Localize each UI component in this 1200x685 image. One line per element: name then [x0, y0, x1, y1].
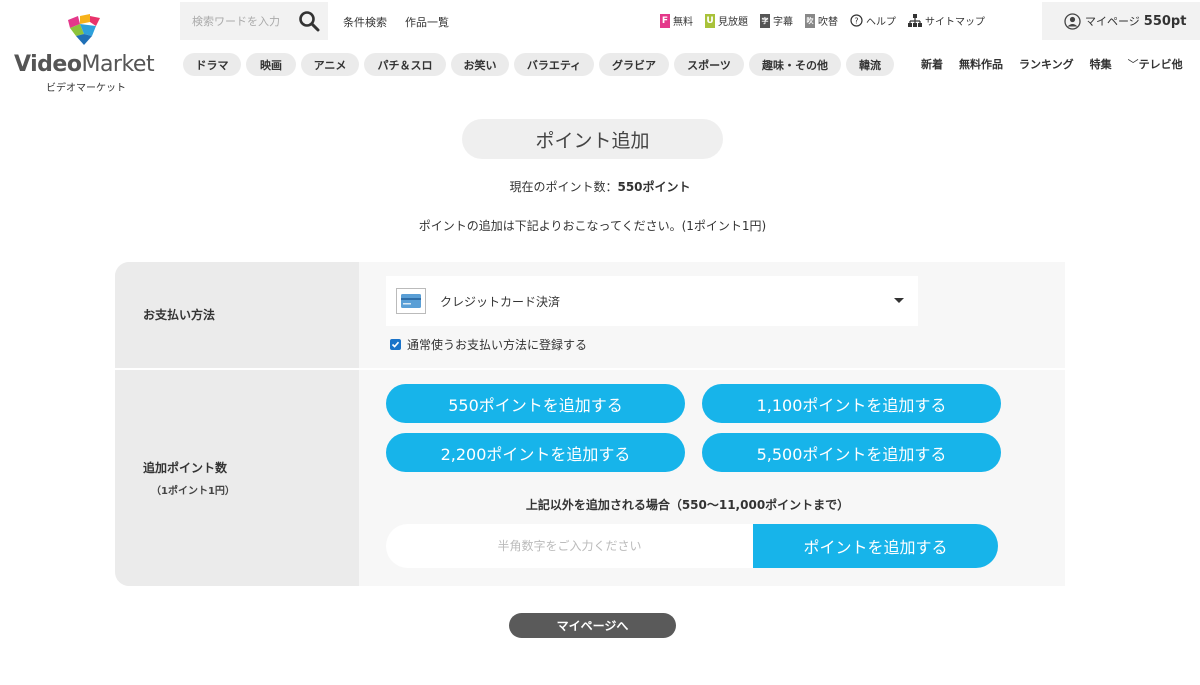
search-icon[interactable] [298, 10, 320, 32]
mypage-link[interactable]: マイページ 550pt [1042, 2, 1200, 40]
unlimited-label: 見放題 [718, 17, 748, 28]
go-mypage-button[interactable]: マイページへ [509, 613, 676, 638]
free-label: 無料 [673, 17, 693, 28]
checkbox-checked-icon[interactable] [390, 339, 401, 350]
genre-movie[interactable]: 映画 [246, 53, 296, 76]
add-1100-button[interactable]: 1,100ポイントを追加する [702, 384, 1001, 423]
add-points-label: 追加ポイント数 [143, 461, 228, 475]
search-input[interactable] [192, 14, 296, 28]
help-link[interactable]: ? ヘルプ [850, 13, 896, 28]
payment-method-select[interactable]: クレジットカード決済 [386, 276, 918, 326]
unlimited-badge-icon: U [705, 13, 715, 28]
nav-new[interactable]: 新着 [921, 56, 943, 72]
free-badge-icon: F [660, 13, 670, 28]
dubbed-badge-icon: 吹 [805, 13, 815, 28]
add-points-sublabel: （1ポイント1円） [151, 486, 235, 497]
current-points-label: 現在のポイント数： [509, 180, 618, 194]
dubbed-link[interactable]: 吹 吹替 [805, 13, 838, 28]
chevron-down-icon: ﹀ [1127, 58, 1139, 71]
register-default-label: 通常使うお支払い方法に登録する [407, 338, 588, 352]
payment-method-value: クレジットカード決済 [440, 294, 561, 309]
genre-drama[interactable]: ドラマ [183, 53, 241, 76]
mypage-label: マイページ [1085, 15, 1140, 28]
notice-text: ポイントの追加は下記よりおこなってください。(1ポイント1円) [418, 219, 767, 233]
page-title: ポイント追加 [462, 119, 723, 159]
add-5500-button[interactable]: 5,500ポイントを追加する [702, 433, 1001, 472]
genre-variety[interactable]: バラエティ [514, 53, 594, 76]
subtitle-link[interactable]: 字 字幕 [760, 13, 793, 28]
points-balance: 550pt [1143, 13, 1187, 29]
add-custom-points-button[interactable]: ポイントを追加する [753, 524, 998, 568]
genre-korean[interactable]: 韓流 [846, 53, 894, 76]
search-box [180, 2, 328, 40]
genre-anime[interactable]: アニメ [301, 53, 359, 76]
subtitle-label: 字幕 [773, 17, 793, 28]
nav-ranking[interactable]: ランキング [1019, 56, 1074, 72]
genre-nav: ドラマ 映画 アニメ パチ＆スロ お笑い バラエティ グラビア スポーツ 趣味・… [183, 53, 894, 76]
dubbed-label: 吹替 [818, 17, 838, 28]
top-right-links: F 無料 U 見放題 字 字幕 吹 吹替 ? ヘルプ サイトマップ [660, 13, 985, 28]
condition-search-link[interactable]: 条件検索 [343, 14, 387, 30]
sitemap-icon [908, 14, 922, 27]
subtitle-badge-icon: 字 [760, 13, 770, 28]
videomarket-logo-icon [68, 14, 100, 45]
logo-text: VideoMarket [14, 52, 155, 77]
nav-tv-other-label: テレビ他 [1138, 58, 1183, 71]
register-default-checkbox[interactable]: 通常使うお支払い方法に登録する [390, 336, 587, 353]
sitemap-label: サイトマップ [925, 17, 985, 28]
logo[interactable]: VideoMarket ビデオマーケット [0, 0, 170, 100]
custom-amount-label: 上記以外を追加される場合（550〜11,000ポイントまで） [525, 498, 850, 512]
user-icon [1064, 12, 1081, 30]
row-divider [115, 368, 1065, 370]
add-550-button[interactable]: 550ポイントを追加する [386, 384, 685, 423]
genre-comedy[interactable]: お笑い [451, 53, 509, 76]
help-icon: ? [850, 14, 863, 27]
credit-card-icon [396, 288, 426, 314]
chevron-down-icon [894, 298, 904, 303]
logo-subtitle: ビデオマーケット [46, 83, 126, 94]
help-label: ヘルプ [866, 17, 896, 28]
payment-method-label: お支払い方法 [143, 308, 216, 322]
title-list-link[interactable]: 作品一覧 [405, 14, 449, 30]
free-link[interactable]: F 無料 [660, 13, 693, 28]
sitemap-link[interactable]: サイトマップ [908, 13, 985, 28]
genre-sports[interactable]: スポーツ [674, 53, 744, 76]
custom-amount-input[interactable] [419, 539, 720, 553]
nav-tv-other[interactable]: ﹀テレビ他 [1128, 56, 1183, 72]
unlimited-link[interactable]: U 見放題 [705, 13, 748, 28]
genre-pachislot[interactable]: パチ＆スロ [364, 53, 446, 76]
genre-hobby[interactable]: 趣味・その他 [749, 53, 841, 76]
add-2200-button[interactable]: 2,200ポイントを追加する [386, 433, 685, 472]
genre-gravure[interactable]: グラビア [599, 53, 669, 76]
custom-amount-field [386, 524, 753, 568]
current-points-value: 550ポイント [617, 180, 691, 194]
right-nav: 新着 無料作品 ランキング 特集 ﹀テレビ他 [921, 56, 1183, 72]
point-form-panel: お支払い方法 追加ポイント数 （1ポイント1円） クレジットカード決済 通常使う… [115, 262, 1065, 586]
nav-feature[interactable]: 特集 [1090, 56, 1112, 72]
svg-text:?: ? [854, 17, 858, 26]
nav-free-titles[interactable]: 無料作品 [959, 56, 1003, 72]
current-points: 現在のポイント数：550ポイント [0, 178, 1200, 195]
